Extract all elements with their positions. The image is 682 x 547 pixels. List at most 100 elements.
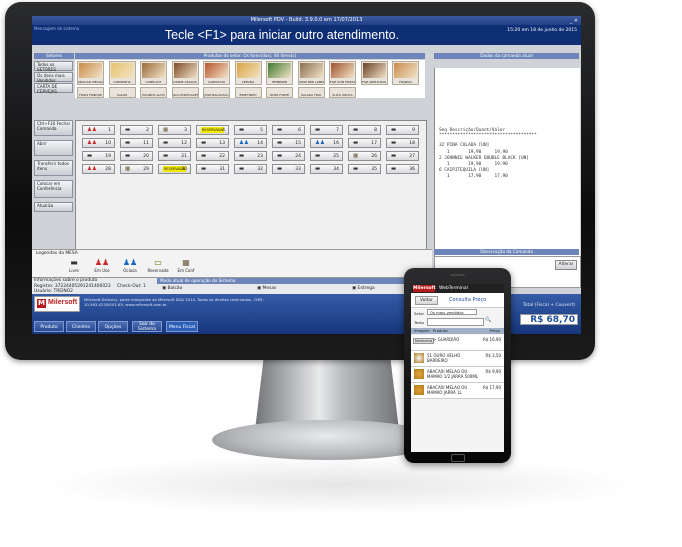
- table-17[interactable]: ▬ 17: [348, 138, 381, 148]
- sair-button[interactable]: Sair do Sistema: [132, 321, 162, 332]
- table-10[interactable]: ♟♟ 10: [82, 138, 115, 148]
- table-number: 3: [184, 128, 187, 133]
- action-button[interactable]: Transferir todos itens: [34, 160, 73, 176]
- table-36[interactable]: ▬ 36: [386, 164, 419, 174]
- product-item[interactable]: ABACAXI MELAO: [77, 61, 104, 85]
- table-12[interactable]: ▬ 12: [158, 138, 191, 148]
- phone-list-item[interactable]: ABACAXI MELAO OU MAMAO 1/2 JARRA 500ML R$…: [411, 367, 504, 383]
- table-23[interactable]: ▬ 23: [234, 151, 267, 161]
- product-thumbnail: [414, 385, 424, 395]
- table-2[interactable]: ▬ 2: [120, 125, 153, 135]
- phone-list-item[interactable]: ABACAXI MELAO OU MAMAO JARRA 1L R$ 17,90: [411, 383, 504, 399]
- product-item[interactable]: FILE COM FRITAS: [329, 61, 356, 85]
- table-status-icon: RESERVADA: [201, 127, 224, 133]
- product-item[interactable]: FILE GRELHADO: [360, 61, 388, 85]
- mode-balcao[interactable]: ▣ Balcão: [162, 286, 182, 291]
- texto-input[interactable]: [427, 318, 484, 326]
- table-24[interactable]: ▬ 24: [272, 151, 305, 161]
- sidebar-item-todos[interactable]: Todos os SETORES: [34, 61, 73, 72]
- action-button[interactable]: Abrir: [34, 140, 73, 156]
- search-icon[interactable]: 🔍: [485, 317, 491, 323]
- product-item[interactable]: JOSE BACALHAU: [203, 87, 230, 98]
- alter-button[interactable]: Alterar: [555, 260, 577, 270]
- product-item[interactable]: ISCA PORTUGUESA: [171, 87, 199, 98]
- legend-label: Ociosa: [123, 268, 137, 273]
- product-item[interactable]: SALADA FRIO: [297, 87, 325, 98]
- product-item[interactable]: PICANHA ALHO: [140, 87, 167, 98]
- action-button[interactable]: Ctrl+F10 Fechar Comanda: [34, 120, 73, 136]
- product-item[interactable]: CAMELLOT: [140, 61, 167, 85]
- action-button[interactable]: Colocar em Conferência: [34, 180, 73, 198]
- phone-home-button[interactable]: [451, 454, 465, 462]
- product-item[interactable]: ESPETINHO: [234, 87, 262, 98]
- table-26[interactable]: ▦ 26: [348, 151, 381, 161]
- table-21[interactable]: ▬ 21: [158, 151, 191, 161]
- table-9[interactable]: ▬ 9: [386, 125, 419, 135]
- table-status-icon: ▬: [391, 166, 397, 172]
- table-28[interactable]: ♟♟ 28: [82, 164, 115, 174]
- table-number: 31: [219, 167, 225, 172]
- legend-item: ▦ Em Conf: [174, 258, 198, 273]
- product-thumbnail: [414, 369, 424, 379]
- phone-list-item[interactable]: 51 OURO VELHO BARREIRO R$ 3,50: [411, 351, 504, 367]
- table-35[interactable]: ▬ 35: [348, 164, 381, 174]
- table-22[interactable]: ▬ 22: [196, 151, 229, 161]
- opcoes-button[interactable]: Opções: [98, 321, 128, 332]
- table-34[interactable]: ▬ 34: [310, 164, 343, 174]
- table-16[interactable]: ♟♟ 16: [310, 138, 343, 148]
- menu-fiscal-button[interactable]: Menu Fiscal: [166, 321, 198, 332]
- table-5[interactable]: ▬ 5: [234, 125, 267, 135]
- product-item[interactable]: SUCO URUCA: [329, 87, 356, 98]
- table-6[interactable]: ▬ 6: [272, 125, 305, 135]
- table-11[interactable]: ▬ 11: [120, 138, 153, 148]
- product-grid: ABACAXI MELAO CAIPIRINHA CAMELLOT CARNE ASS…: [75, 60, 425, 98]
- product-item[interactable]: CALDO: [108, 87, 136, 98]
- setor-select[interactable]: Os mais vendidos: [427, 309, 477, 315]
- table-13[interactable]: ▬ 13: [196, 138, 229, 148]
- product-item[interactable]: DOSE FORTE: [266, 87, 293, 98]
- product-item[interactable]: CARPACCIO: [203, 61, 230, 85]
- back-button[interactable]: Voltar: [415, 296, 438, 305]
- product-image: [394, 63, 417, 78]
- table-1[interactable]: ♟♟ 1: [82, 125, 115, 135]
- product-item[interactable]: CERVEJA: [234, 61, 262, 85]
- sidebar-item-cervejas[interactable]: CARTA DE CERVEJAS: [34, 83, 73, 94]
- table-4[interactable]: RESERVADA 4: [196, 125, 229, 135]
- mode-mesas[interactable]: ▣ Mesas: [257, 286, 276, 291]
- table-8[interactable]: ▬ 8: [348, 125, 381, 135]
- produto-button[interactable]: Produto: [34, 321, 64, 332]
- products-header: Produtos do setor: Os itens(dos), 40 ite…: [75, 53, 425, 59]
- table-25[interactable]: ▬ 25: [310, 151, 343, 161]
- table-29[interactable]: ▦ 29: [120, 164, 153, 174]
- table-number: 27: [409, 154, 415, 159]
- action-button[interactable]: Atualiza: [34, 202, 73, 212]
- table-18[interactable]: ▬ 18: [386, 138, 419, 148]
- product-item[interactable]: CAIPIRINHA: [108, 61, 136, 85]
- product-item[interactable]: HEINEKEN: [266, 61, 293, 85]
- table-32[interactable]: ▬ 32: [234, 164, 267, 174]
- table-number: 17: [371, 141, 377, 146]
- clientes-button[interactable]: Clientes: [66, 321, 96, 332]
- table-31[interactable]: ▬ 31: [196, 164, 229, 174]
- table-3[interactable]: ▦ 3: [158, 125, 191, 135]
- phone-list-item[interactable]: Nenhuma > GUARDIÃO R$ 16,90: [411, 335, 504, 351]
- product-label: ESPETINHO: [239, 93, 257, 97]
- phone-product-name: 51 OURO VELHO BARREIRO: [427, 353, 461, 363]
- product-item[interactable]: FRANGO: [392, 61, 419, 85]
- table-20[interactable]: ▬ 20: [120, 151, 153, 161]
- product-item[interactable]: DOSE RED LABEL: [297, 61, 325, 85]
- mode-entrega[interactable]: ▣ Entrega: [352, 286, 375, 291]
- table-14[interactable]: ♟♟ 14: [234, 138, 267, 148]
- nenhuma-button[interactable]: Nenhuma: [413, 338, 434, 344]
- sidebar-item-mais-vendidos[interactable]: Os itens mais Vendidos: [34, 72, 73, 83]
- product-item[interactable]: CARNE ASSADA: [171, 61, 199, 85]
- tables-legend: Legendas da MESA ▬ Livre ♟♟ Em Uso ♟♟ Ociosa ▭…: [32, 249, 432, 278]
- table-30[interactable]: RESERVADA 30: [158, 164, 191, 174]
- table-19[interactable]: ▬ 19: [82, 151, 115, 161]
- table-15[interactable]: ▬ 15: [272, 138, 305, 148]
- table-number: 2: [146, 128, 149, 133]
- table-33[interactable]: ▬ 33: [272, 164, 305, 174]
- product-item[interactable]: FRIOS FONDUE: [77, 87, 104, 98]
- table-7[interactable]: ▬ 7: [310, 125, 343, 135]
- table-27[interactable]: ▬ 27: [386, 151, 419, 161]
